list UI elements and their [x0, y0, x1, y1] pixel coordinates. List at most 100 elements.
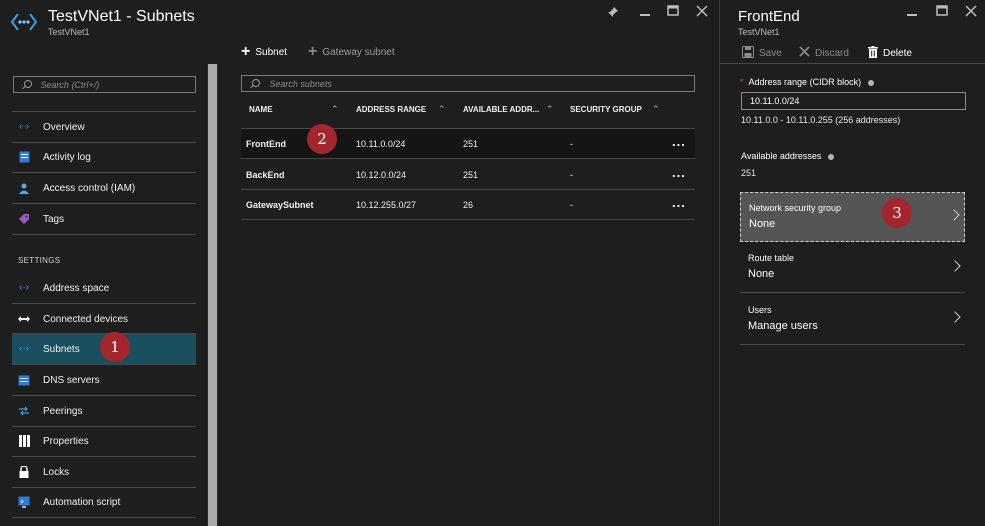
close-icon[interactable]: [696, 5, 708, 19]
chevron-right-icon: [949, 311, 961, 323]
nav-item-access-control[interactable]: Access control (IAM): [12, 173, 196, 203]
subnet-name: GatewaySubnet: [246, 200, 314, 210]
iam-icon: [18, 182, 30, 194]
nav-item-label: DNS servers: [43, 374, 100, 386]
table-row[interactable]: BackEnd 10.12.0.0/24 251 - ...: [241, 160, 695, 190]
column-header-available-addresses[interactable]: AVAILABLE ADDR...: [463, 105, 539, 114]
add-subnet-label: Subnet: [255, 46, 288, 58]
maximize-icon[interactable]: [936, 5, 948, 19]
subnet-address-range: 10.12.255.0/27: [356, 200, 417, 210]
add-subnet-button[interactable]: + Subnet: [241, 43, 288, 60]
table-row[interactable]: GatewaySubnet 10.12.255.0/27 26 - ...: [241, 190, 695, 220]
callout-badge-2: 2: [307, 124, 337, 154]
info-icon[interactable]: [827, 153, 834, 160]
link-label: Users: [748, 305, 772, 315]
nav-item-connected-devices[interactable]: Connected devices: [12, 304, 196, 334]
blade-subtitle: TestVNet1: [738, 27, 780, 37]
more-options-button[interactable]: ...: [672, 165, 686, 180]
subnet-available: 26: [463, 200, 474, 210]
maximize-icon[interactable]: [667, 5, 679, 19]
address-range-label: * Address range (CIDR block): [740, 77, 874, 87]
vnet-icon: [10, 10, 38, 34]
subnet-search[interactable]: [241, 75, 695, 92]
column-header-security-group[interactable]: SECURITY GROUP: [570, 105, 642, 114]
sort-caret-icon[interactable]: ⌃: [652, 104, 660, 115]
link-label: Network security group: [749, 203, 842, 213]
divider: [720, 63, 985, 64]
link-value: None: [748, 268, 775, 280]
plus-icon: +: [308, 43, 318, 60]
nav-item-automation-script[interactable]: Automation script: [12, 487, 196, 517]
nav-item-label: Activity log: [43, 151, 91, 163]
add-gateway-subnet-button[interactable]: + Gateway subnet: [308, 43, 395, 60]
route-table-link[interactable]: Route table None: [740, 243, 965, 293]
subnet-search-input[interactable]: [267, 77, 694, 90]
subnet-available: 251: [463, 170, 479, 180]
trash-icon: [868, 46, 878, 61]
sort-caret-icon[interactable]: ⌃: [331, 104, 339, 115]
required-marker: *: [740, 77, 744, 87]
sidebar-scrollbar-thumb[interactable]: [208, 64, 217, 526]
more-options-button[interactable]: ...: [672, 195, 686, 210]
available-addresses-label-text: Available addresses: [741, 151, 822, 161]
vnet-icon: ‹·›: [19, 121, 29, 132]
more-options-button[interactable]: ...: [672, 134, 686, 149]
network-security-group-link[interactable]: Network security group None: [740, 192, 965, 242]
nav-item-dns-servers[interactable]: DNS servers: [12, 365, 196, 395]
nav-item-label: Overview: [43, 121, 85, 133]
pin-icon[interactable]: [607, 6, 619, 20]
subnet-name: BackEnd: [246, 170, 285, 180]
address-range-input[interactable]: [741, 92, 966, 110]
sort-caret-icon[interactable]: ⌃: [438, 104, 446, 115]
available-addresses-label: Available addresses: [741, 151, 834, 161]
column-header-address-range[interactable]: ADDRESS RANGE: [356, 105, 426, 114]
blade-title: FrontEnd: [738, 8, 800, 25]
discard-label: Discard: [815, 47, 849, 59]
link-value: Manage users: [748, 320, 818, 332]
dns-icon: [18, 374, 30, 386]
subnet-address-range: 10.11.0.0/24: [356, 139, 406, 149]
nav-item-label: Subnets: [43, 343, 80, 355]
nav-item-locks[interactable]: Locks: [12, 457, 196, 487]
tag-icon: [18, 213, 30, 225]
close-icon[interactable]: [965, 5, 977, 19]
plus-icon: +: [241, 43, 251, 60]
nav-item-overview[interactable]: ‹·› Overview: [12, 112, 196, 142]
nav-item-tags[interactable]: Tags: [12, 204, 196, 234]
link-label: Route table: [748, 253, 795, 263]
activity-log-icon: [18, 151, 30, 163]
blade-subtitle: TestVNet1: [48, 27, 90, 37]
divider: [12, 517, 196, 518]
subnets-blade: TestVNet1 - Subnets TestVNet1 + Subnet +…: [0, 0, 718, 526]
address-range-label-text: Address range (CIDR block): [748, 77, 862, 87]
nav-item-address-space[interactable]: ‹·› Address space: [12, 273, 196, 303]
chevron-right-icon: [948, 209, 960, 221]
minimize-icon[interactable]: [639, 5, 651, 19]
link-value: None: [749, 218, 776, 230]
subnet-security-group: -: [570, 200, 573, 210]
column-header-name[interactable]: NAME: [249, 105, 273, 114]
address-space-icon: ‹·›: [19, 282, 29, 293]
save-button[interactable]: Save: [742, 46, 782, 61]
sort-caret-icon[interactable]: ⌃: [546, 104, 554, 115]
nav-item-label: Tags: [43, 213, 65, 225]
subnet-available: 251: [463, 139, 479, 149]
chevron-right-icon: [949, 260, 961, 272]
subnet-security-group: -: [570, 139, 573, 149]
lock-icon: [18, 466, 30, 478]
info-icon[interactable]: [867, 79, 874, 86]
nav-item-properties[interactable]: Properties: [12, 426, 196, 456]
nav-item-label: Automation script: [43, 496, 121, 508]
nav-item-peerings[interactable]: Peerings: [12, 396, 196, 426]
discard-button[interactable]: Discard: [799, 46, 849, 60]
minimize-icon[interactable]: [906, 5, 918, 19]
resource-menu: ‹·› Overview Activity log Access control…: [12, 60, 196, 526]
nav-item-activity-log[interactable]: Activity log: [12, 142, 196, 172]
delete-button[interactable]: Delete: [868, 46, 912, 61]
nav-item-label: Access control (IAM): [43, 182, 136, 194]
delete-label: Delete: [883, 48, 912, 59]
save-label: Save: [759, 48, 782, 59]
users-link[interactable]: Users Manage users: [740, 294, 965, 345]
nav-item-label: Address space: [43, 282, 110, 294]
callout-badge-1: 1: [100, 332, 130, 362]
